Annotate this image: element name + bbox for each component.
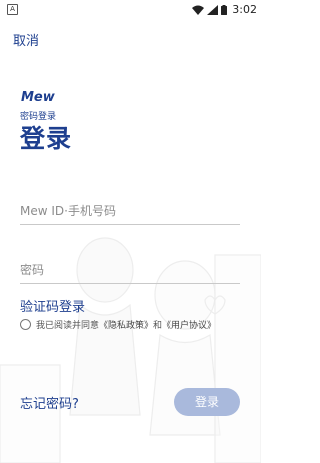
signal-icon xyxy=(207,4,219,15)
background-illustration xyxy=(0,237,261,463)
cancel-button[interactable]: 取消 xyxy=(13,30,39,49)
agreement-conjunction: 和 xyxy=(153,321,163,331)
login-button[interactable]: 登录 xyxy=(174,388,240,416)
forgot-password-link[interactable]: 忘记密码? xyxy=(20,393,79,412)
mew-id-phone-input[interactable] xyxy=(20,198,240,225)
wifi-icon xyxy=(192,5,205,15)
clock: 3:02 xyxy=(232,3,257,16)
privacy-policy-link[interactable]: 《隐私政策》 xyxy=(99,318,153,331)
user-agreement-link[interactable]: 《用户协议》 xyxy=(162,318,216,331)
password-input[interactable] xyxy=(20,257,240,284)
notification-a-icon: A xyxy=(7,4,18,15)
mew-logo: Mew xyxy=(21,90,56,104)
sms-code-login-link[interactable]: 验证码登录 xyxy=(20,296,85,315)
status-icons: 3:02 xyxy=(192,3,257,16)
page-title: 登录 xyxy=(20,124,73,153)
agreement-checkbox[interactable] xyxy=(20,319,31,330)
logo-text: Mew xyxy=(21,90,56,104)
agreement-row: 我已阅读并同意 《隐私政策》 和 《用户协议》 xyxy=(20,318,216,331)
agreement-prefix: 我已阅读并同意 xyxy=(36,321,100,331)
battery-icon xyxy=(221,4,228,15)
status-bar: A 3:02 xyxy=(0,0,261,20)
